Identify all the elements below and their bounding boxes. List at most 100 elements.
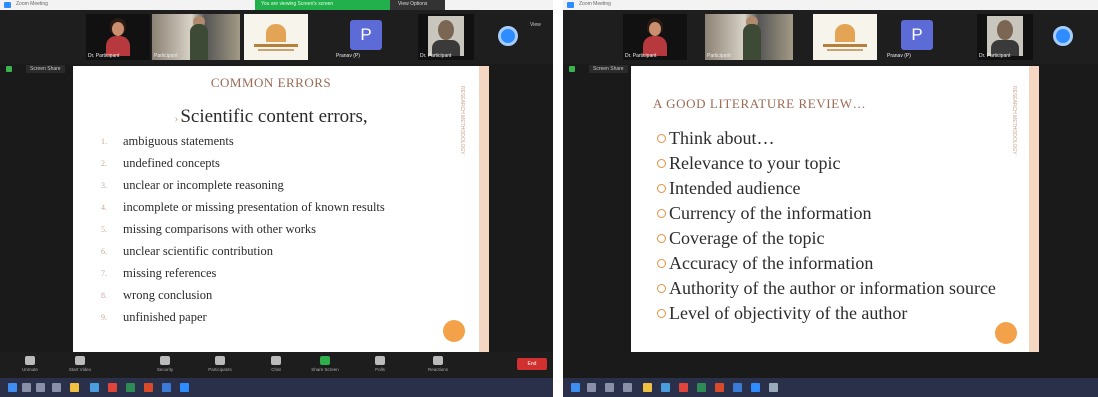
- shield-icon: [160, 356, 170, 365]
- participants-button[interactable]: Participants: [200, 355, 240, 375]
- microphone-icon: [25, 356, 35, 365]
- app-icon[interactable]: [52, 383, 61, 392]
- participant-name: Pranav (P): [336, 53, 360, 59]
- window-title: Zoom Meeting: [16, 1, 48, 7]
- zoom-taskbar-icon[interactable]: [751, 383, 760, 392]
- slide-side-caption: RESEARCH METHODOLOGY: [1011, 86, 1017, 155]
- chat-button[interactable]: Chat: [256, 355, 296, 375]
- list-item: 3. unclear or incomplete reasoning: [101, 178, 284, 192]
- app-icon[interactable]: [623, 383, 632, 392]
- participant-tile[interactable]: [813, 14, 877, 60]
- bullet-icon: [657, 134, 666, 143]
- slide-title: COMMON ERRORS: [210, 75, 332, 90]
- poll-icon: [375, 356, 385, 365]
- participant-tile[interactable]: Participant: [705, 14, 793, 60]
- list-item: Authority of the author or information s…: [657, 278, 1017, 298]
- list-item: 4. incomplete or missing presentation of …: [101, 200, 385, 214]
- zoom-app-icon: [567, 2, 574, 8]
- meeting-controls: Unmute Start Video Security Participants…: [0, 352, 553, 378]
- share-arrow-icon: [320, 356, 330, 365]
- end-meeting-button[interactable]: End: [517, 358, 547, 370]
- slide-subtitle: › Scientific content errors,: [174, 106, 368, 127]
- screen-share-banner[interactable]: You are viewing Screen's screen: [255, 0, 390, 10]
- edge-icon[interactable]: [162, 383, 171, 392]
- participant-video: [428, 16, 464, 56]
- list-item: Think about…: [657, 128, 1017, 148]
- list-item: 8. wrong conclusion: [101, 288, 213, 302]
- share-screen-button[interactable]: Share Screen: [305, 355, 345, 375]
- list-item: 1. ambiguous statements: [101, 134, 234, 148]
- participant-tile[interactable]: Dr. Participant: [86, 14, 150, 60]
- participant-tile[interactable]: Participant: [152, 14, 240, 60]
- edge-icon[interactable]: [733, 383, 742, 392]
- list-item: 7. missing references: [101, 266, 217, 280]
- participant-name: Dr. Participant: [88, 53, 120, 59]
- bullet-icon: ›: [174, 111, 179, 125]
- participant-name: Participant: [154, 53, 178, 59]
- participant-gallery: Dr. Participant Participant P Pranav (P)…: [563, 10, 1098, 64]
- chat-bubble-icon: [271, 356, 281, 365]
- share-label: Screen Share: [26, 65, 65, 73]
- zoom-taskbar-icon[interactable]: [180, 383, 189, 392]
- chrome-icon[interactable]: [108, 383, 117, 392]
- participant-tile[interactable]: Dr. Participant: [623, 14, 687, 60]
- file-explorer-icon[interactable]: [643, 383, 652, 392]
- excel-icon[interactable]: [697, 383, 706, 392]
- task-view-icon[interactable]: [605, 383, 614, 392]
- participant-name: Dr. Participant: [979, 53, 1011, 59]
- slide-title: A GOOD LITERATURE REVIEW…: [653, 96, 867, 111]
- view-button[interactable]: View: [530, 22, 541, 28]
- list-item: 2. undefined concepts: [101, 156, 220, 170]
- participant-tile[interactable]: Dr. Participant: [977, 14, 1033, 60]
- chrome-icon[interactable]: [679, 383, 688, 392]
- powerpoint-icon[interactable]: [715, 383, 724, 392]
- windows-start-icon[interactable]: [571, 383, 580, 392]
- view-options-button[interactable]: View Options: [390, 0, 445, 10]
- people-icon: [215, 356, 225, 365]
- word-icon[interactable]: [661, 383, 670, 392]
- share-label: Screen Share: [589, 65, 628, 73]
- zoom-logo-icon: [498, 26, 518, 46]
- word-icon[interactable]: [90, 383, 99, 392]
- participant-tile[interactable]: Dr. Participant: [418, 14, 474, 60]
- participant-tile[interactable]: [244, 14, 308, 60]
- search-icon[interactable]: [22, 383, 31, 392]
- search-icon[interactable]: [587, 383, 596, 392]
- participant-video: [643, 18, 667, 56]
- reactions-button[interactable]: Reactions: [418, 355, 458, 375]
- slide-side-caption: RESEARCH METHODOLOGY: [459, 86, 465, 155]
- list-item: 6. unclear scientific contribution: [101, 244, 273, 258]
- windows-start-icon[interactable]: [8, 383, 17, 392]
- participant-tile[interactable]: P Pranav (P): [334, 14, 398, 60]
- participant-name: Pranav (P): [887, 53, 911, 59]
- participant-tile[interactable]: P Pranav (P): [885, 14, 949, 60]
- list-item: Coverage of the topic: [657, 228, 1017, 248]
- participant-initial-avatar: P: [350, 20, 382, 50]
- participant-name: Dr. Participant: [625, 53, 657, 59]
- institution-logo-icon: [835, 24, 855, 42]
- excel-icon[interactable]: [126, 383, 135, 392]
- polls-button[interactable]: Polls: [360, 355, 400, 375]
- list-item: Intended audience: [657, 178, 1017, 198]
- list-item: Currency of the information: [657, 203, 1017, 223]
- security-button[interactable]: Security: [145, 355, 185, 375]
- start-video-button[interactable]: Start Video: [60, 355, 100, 375]
- bullet-icon: [657, 309, 666, 318]
- slide-accent-strip: [479, 66, 489, 352]
- participant-initial-avatar: P: [901, 20, 933, 50]
- app-icon[interactable]: [769, 383, 778, 392]
- bullet-icon: [657, 234, 666, 243]
- windows-taskbar: [0, 378, 553, 397]
- window-title: Zoom Meeting: [579, 1, 611, 7]
- shared-slide-right: A GOOD LITERATURE REVIEW… Think about… R…: [631, 66, 1039, 352]
- unmute-button[interactable]: Unmute: [10, 355, 50, 375]
- bullet-icon: [657, 159, 666, 168]
- institution-logo-icon: [266, 24, 286, 42]
- slide-page-badge: [995, 322, 1017, 344]
- error-list: 1. ambiguous statements 2. undefined conce…: [101, 134, 451, 332]
- powerpoint-icon[interactable]: [144, 383, 153, 392]
- file-explorer-icon[interactable]: [70, 383, 79, 392]
- participant-video: [987, 16, 1023, 56]
- task-view-icon[interactable]: [36, 383, 45, 392]
- participant-name: Participant: [707, 53, 731, 59]
